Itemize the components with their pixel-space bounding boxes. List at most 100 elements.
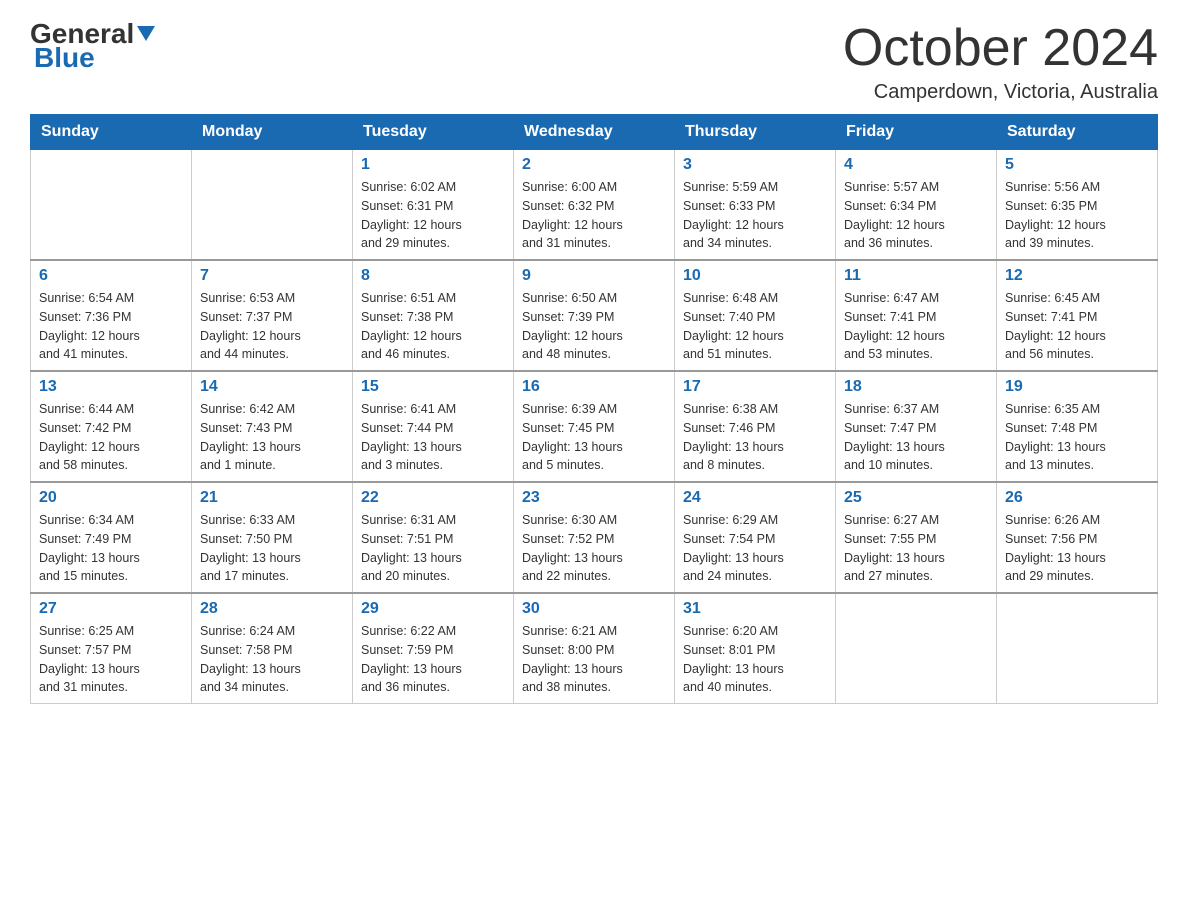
location: Camperdown, Victoria, Australia bbox=[843, 81, 1158, 104]
day-number: 8 bbox=[361, 267, 505, 285]
table-row: 24 Sunrise: 6:29 AM Sunset: 7:54 PM Dayli… bbox=[675, 482, 836, 593]
day-info: Sunrise: 6:25 AM Sunset: 7:57 PM Dayligh… bbox=[39, 622, 183, 697]
day-number: 16 bbox=[522, 378, 666, 396]
calendar-week-row: 13Sunrise: 6:44 AM Sunset: 7:42 PM Dayli… bbox=[31, 371, 1158, 482]
day-number: 24 bbox=[683, 489, 827, 507]
day-number: 20 bbox=[39, 489, 183, 507]
table-row: 27 Sunrise: 6:25 AM Sunset: 7:57 PM Dayli… bbox=[31, 593, 192, 704]
table-row: 8 Sunrise: 6:51 AM Sunset: 7:38 PM Daylig… bbox=[353, 260, 514, 371]
day-info: Sunrise: 6:44 AM Sunset: 7:42 PM Dayligh… bbox=[39, 400, 183, 475]
day-number: 30 bbox=[522, 600, 666, 618]
day-number: 5 bbox=[1005, 156, 1149, 174]
day-info: Sunrise: 6:22 AM Sunset: 7:59 PM Dayligh… bbox=[361, 622, 505, 697]
header-wednesday: Wednesday bbox=[514, 115, 675, 150]
table-row: 26 Sunrise: 6:26 AM Sunset: 7:56 PM Dayli… bbox=[997, 482, 1158, 593]
table-row: 6Sunrise: 6:54 AM Sunset: 7:36 PM Daylig… bbox=[31, 260, 192, 371]
day-number: 10 bbox=[683, 267, 827, 285]
day-number: 23 bbox=[522, 489, 666, 507]
calendar-week-row: 6Sunrise: 6:54 AM Sunset: 7:36 PM Daylig… bbox=[31, 260, 1158, 371]
day-number: 2 bbox=[522, 156, 666, 174]
month-title: October 2024 bbox=[843, 20, 1158, 77]
table-row bbox=[836, 593, 997, 704]
day-info: Sunrise: 5:57 AM Sunset: 6:34 PM Dayligh… bbox=[844, 178, 988, 253]
table-row bbox=[997, 593, 1158, 704]
table-row: 20 Sunrise: 6:34 AM Sunset: 7:49 PM Dayli… bbox=[31, 482, 192, 593]
day-number: 21 bbox=[200, 489, 344, 507]
day-number: 18 bbox=[844, 378, 988, 396]
table-row: 31Sunrise: 6:20 AM Sunset: 8:01 PM Dayli… bbox=[675, 593, 836, 704]
day-info: Sunrise: 6:29 AM Sunset: 7:54 PM Dayligh… bbox=[683, 511, 827, 586]
table-row: 28Sunrise: 6:24 AM Sunset: 7:58 PM Dayli… bbox=[192, 593, 353, 704]
logo-blue-text: Blue bbox=[30, 44, 95, 72]
day-info: Sunrise: 6:20 AM Sunset: 8:01 PM Dayligh… bbox=[683, 622, 827, 697]
day-info: Sunrise: 6:42 AM Sunset: 7:43 PM Dayligh… bbox=[200, 400, 344, 475]
header-saturday: Saturday bbox=[997, 115, 1158, 150]
day-number: 28 bbox=[200, 600, 344, 618]
header-tuesday: Tuesday bbox=[353, 115, 514, 150]
day-number: 29 bbox=[361, 600, 505, 618]
day-number: 27 bbox=[39, 600, 183, 618]
table-row: 23 Sunrise: 6:30 AM Sunset: 7:52 PM Dayli… bbox=[514, 482, 675, 593]
day-number: 14 bbox=[200, 378, 344, 396]
calendar-header-row: Sunday Monday Tuesday Wednesday Thursday… bbox=[31, 115, 1158, 150]
table-row: 15 Sunrise: 6:41 AM Sunset: 7:44 PM Dayli… bbox=[353, 371, 514, 482]
table-row: 12 Sunrise: 6:45 AM Sunset: 7:41 PM Dayli… bbox=[997, 260, 1158, 371]
day-info: Sunrise: 6:39 AM Sunset: 7:45 PM Dayligh… bbox=[522, 400, 666, 475]
day-info: Sunrise: 6:41 AM Sunset: 7:44 PM Dayligh… bbox=[361, 400, 505, 475]
day-info: Sunrise: 6:38 AM Sunset: 7:46 PM Dayligh… bbox=[683, 400, 827, 475]
day-number: 19 bbox=[1005, 378, 1149, 396]
table-row: 16 Sunrise: 6:39 AM Sunset: 7:45 PM Dayli… bbox=[514, 371, 675, 482]
day-number: 26 bbox=[1005, 489, 1149, 507]
table-row: 3Sunrise: 5:59 AM Sunset: 6:33 PM Daylig… bbox=[675, 150, 836, 261]
day-info: Sunrise: 6:48 AM Sunset: 7:40 PM Dayligh… bbox=[683, 289, 827, 364]
page-header: General Blue October 2024 Camperdown, Vi… bbox=[30, 20, 1158, 104]
table-row: 5 Sunrise: 5:56 AM Sunset: 6:35 PM Daylig… bbox=[997, 150, 1158, 261]
day-info: Sunrise: 6:50 AM Sunset: 7:39 PM Dayligh… bbox=[522, 289, 666, 364]
calendar-week-row: 20 Sunrise: 6:34 AM Sunset: 7:49 PM Dayli… bbox=[31, 482, 1158, 593]
header-monday: Monday bbox=[192, 115, 353, 150]
day-info: Sunrise: 6:53 AM Sunset: 7:37 PM Dayligh… bbox=[200, 289, 344, 364]
table-row: 25 Sunrise: 6:27 AM Sunset: 7:55 PM Dayli… bbox=[836, 482, 997, 593]
day-info: Sunrise: 6:02 AM Sunset: 6:31 PM Dayligh… bbox=[361, 178, 505, 253]
table-row bbox=[31, 150, 192, 261]
title-section: October 2024 Camperdown, Victoria, Austr… bbox=[843, 20, 1158, 104]
day-info: Sunrise: 6:30 AM Sunset: 7:52 PM Dayligh… bbox=[522, 511, 666, 586]
table-row: 18 Sunrise: 6:37 AM Sunset: 7:47 PM Dayli… bbox=[836, 371, 997, 482]
logo: General Blue bbox=[30, 20, 155, 72]
table-row: 11 Sunrise: 6:47 AM Sunset: 7:41 PM Dayli… bbox=[836, 260, 997, 371]
day-number: 11 bbox=[844, 267, 988, 285]
day-info: Sunrise: 6:26 AM Sunset: 7:56 PM Dayligh… bbox=[1005, 511, 1149, 586]
day-info: Sunrise: 6:34 AM Sunset: 7:49 PM Dayligh… bbox=[39, 511, 183, 586]
table-row: 29 Sunrise: 6:22 AM Sunset: 7:59 PM Dayli… bbox=[353, 593, 514, 704]
day-info: Sunrise: 6:33 AM Sunset: 7:50 PM Dayligh… bbox=[200, 511, 344, 586]
calendar-table: Sunday Monday Tuesday Wednesday Thursday… bbox=[30, 114, 1158, 704]
day-number: 15 bbox=[361, 378, 505, 396]
day-number: 9 bbox=[522, 267, 666, 285]
table-row: 1Sunrise: 6:02 AM Sunset: 6:31 PM Daylig… bbox=[353, 150, 514, 261]
table-row: 14 Sunrise: 6:42 AM Sunset: 7:43 PM Dayli… bbox=[192, 371, 353, 482]
day-info: Sunrise: 6:51 AM Sunset: 7:38 PM Dayligh… bbox=[361, 289, 505, 364]
day-number: 25 bbox=[844, 489, 988, 507]
calendar-week-row: 1Sunrise: 6:02 AM Sunset: 6:31 PM Daylig… bbox=[31, 150, 1158, 261]
day-number: 12 bbox=[1005, 267, 1149, 285]
table-row: 19Sunrise: 6:35 AM Sunset: 7:48 PM Dayli… bbox=[997, 371, 1158, 482]
table-row: 13Sunrise: 6:44 AM Sunset: 7:42 PM Dayli… bbox=[31, 371, 192, 482]
day-number: 6 bbox=[39, 267, 183, 285]
day-info: Sunrise: 5:56 AM Sunset: 6:35 PM Dayligh… bbox=[1005, 178, 1149, 253]
header-sunday: Sunday bbox=[31, 115, 192, 150]
day-info: Sunrise: 6:37 AM Sunset: 7:47 PM Dayligh… bbox=[844, 400, 988, 475]
table-row: 30 Sunrise: 6:21 AM Sunset: 8:00 PM Dayli… bbox=[514, 593, 675, 704]
day-info: Sunrise: 6:21 AM Sunset: 8:00 PM Dayligh… bbox=[522, 622, 666, 697]
table-row: 21 Sunrise: 6:33 AM Sunset: 7:50 PM Dayli… bbox=[192, 482, 353, 593]
day-info: Sunrise: 6:47 AM Sunset: 7:41 PM Dayligh… bbox=[844, 289, 988, 364]
day-number: 3 bbox=[683, 156, 827, 174]
day-info: Sunrise: 6:27 AM Sunset: 7:55 PM Dayligh… bbox=[844, 511, 988, 586]
day-info: Sunrise: 6:45 AM Sunset: 7:41 PM Dayligh… bbox=[1005, 289, 1149, 364]
table-row: 7 Sunrise: 6:53 AM Sunset: 7:37 PM Daylig… bbox=[192, 260, 353, 371]
day-number: 7 bbox=[200, 267, 344, 285]
calendar-week-row: 27 Sunrise: 6:25 AM Sunset: 7:57 PM Dayli… bbox=[31, 593, 1158, 704]
day-info: Sunrise: 6:00 AM Sunset: 6:32 PM Dayligh… bbox=[522, 178, 666, 253]
day-info: Sunrise: 6:31 AM Sunset: 7:51 PM Dayligh… bbox=[361, 511, 505, 586]
header-thursday: Thursday bbox=[675, 115, 836, 150]
header-friday: Friday bbox=[836, 115, 997, 150]
